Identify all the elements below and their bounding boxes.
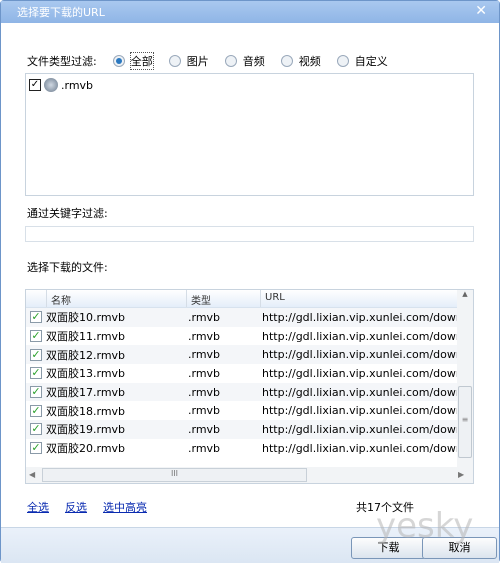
file-type-name: .rmvb — [61, 78, 94, 92]
file-row[interactable]: ✓ 双面胶20.rmvb .rmvb http://gdl.lixian.vip… — [26, 439, 473, 458]
radio-all-label[interactable]: 全部 — [129, 52, 154, 70]
keyword-input[interactable] — [25, 226, 474, 242]
file-type: .rmvb — [188, 329, 221, 343]
file-row[interactable]: ✓ 双面胶13.rmvb .rmvb http://gdl.lixian.vip… — [26, 364, 473, 383]
file-url: http://gdl.lixian.vip.xunlei.com/downl — [262, 404, 462, 418]
file-type: .rmvb — [188, 404, 221, 418]
file-row[interactable]: ✓ 双面胶17.rmvb .rmvb http://gdl.lixian.vip… — [26, 382, 473, 402]
file-list: 名称 类型 URL ✓ 双面胶10.rmvb .rmvb http://gdl.… — [25, 289, 474, 484]
file-list-header: 名称 类型 URL — [26, 290, 473, 308]
radio-all[interactable] — [112, 55, 125, 67]
radio-audio[interactable] — [224, 55, 237, 67]
radio-custom-label[interactable]: 自定义 — [355, 53, 388, 69]
scroll-left-icon[interactable]: ◀ — [29, 470, 35, 479]
horizontal-scroll-thumb[interactable]: III — [42, 468, 307, 482]
file-row[interactable]: ✓ 双面胶10.rmvb .rmvb http://gdl.lixian.vip… — [26, 308, 473, 327]
window-title: 选择要下载的URL — [17, 6, 105, 19]
file-row[interactable]: ✓ 双面胶12.rmvb .rmvb http://gdl.lixian.vip… — [26, 345, 473, 365]
file-checkbox[interactable]: ✓ — [30, 442, 42, 455]
file-checkbox[interactable]: ✓ — [30, 386, 42, 399]
type-filter-label: 文件类型过滤: — [27, 55, 97, 68]
file-name: 双面胶12.rmvb — [46, 348, 126, 362]
file-url: http://gdl.lixian.vip.xunlei.com/downl — [262, 348, 462, 362]
file-checkbox[interactable]: ✓ — [30, 311, 42, 324]
radio-image-label[interactable]: 图片 — [187, 53, 209, 69]
vertical-scrollbar[interactable]: ▲ ≡ — [457, 290, 473, 468]
files-label: 选择下载的文件: — [27, 261, 108, 274]
invert-selection-link[interactable]: 反选 — [65, 499, 87, 515]
download-button[interactable]: 下载 — [351, 537, 426, 559]
type-filter: 文件类型过滤: 全部 图片 音频 视频 自定义 — [27, 52, 388, 70]
rm-file-icon — [44, 78, 58, 92]
file-row[interactable]: ✓ 双面胶19.rmvb .rmvb http://gdl.lixian.vip… — [26, 420, 473, 439]
file-name: 双面胶10.rmvb — [46, 311, 126, 325]
dialog-footer: 下载 取消 — [1, 527, 499, 563]
file-url: http://gdl.lixian.vip.xunlei.com/downl — [262, 366, 462, 380]
file-name: 双面胶19.rmvb — [46, 423, 126, 437]
file-url: http://gdl.lixian.vip.xunlei.com/downl — [262, 310, 462, 324]
scroll-up-icon[interactable]: ▲ — [457, 290, 473, 298]
file-name: 双面胶13.rmvb — [46, 367, 126, 381]
file-type: .rmvb — [188, 441, 221, 455]
keyword-label: 通过关键字过滤: — [27, 207, 108, 220]
selection-links: 全选 反选 选中高亮 — [27, 499, 147, 515]
column-url[interactable]: URL — [260, 290, 460, 307]
radio-custom[interactable] — [336, 55, 349, 67]
file-row[interactable]: ✓ 双面胶11.rmvb .rmvb http://gdl.lixian.vip… — [26, 327, 473, 346]
file-type: .rmvb — [188, 385, 221, 399]
file-url: http://gdl.lixian.vip.xunlei.com/downl — [262, 422, 462, 436]
file-url: http://gdl.lixian.vip.xunlei.com/downl — [262, 329, 462, 343]
file-name: 双面胶17.rmvb — [46, 386, 126, 400]
column-type[interactable]: 类型 — [186, 290, 260, 307]
file-type-item[interactable]: ✓ .rmvb — [26, 74, 473, 96]
download-url-dialog: 选择要下载的URL ✕ 文件类型过滤: 全部 图片 音频 视频 自定义 ✓ .r… — [0, 0, 500, 563]
file-checkbox[interactable]: ✓ — [30, 348, 42, 361]
column-name[interactable]: 名称 — [46, 290, 186, 307]
file-count: 共17个文件 — [356, 501, 414, 514]
scroll-right-icon[interactable]: ▶ — [458, 470, 464, 479]
title-bar: 选择要下载的URL ✕ — [1, 1, 499, 23]
vertical-scroll-thumb[interactable]: ≡ — [458, 386, 472, 458]
file-name: 双面胶20.rmvb — [46, 442, 126, 456]
horizontal-scrollbar[interactable]: ◀ III ▶ — [26, 467, 473, 483]
file-type: .rmvb — [188, 348, 221, 362]
file-name: 双面胶18.rmvb — [46, 404, 126, 418]
file-checkbox[interactable]: ✓ — [30, 404, 42, 417]
file-type-list: ✓ .rmvb — [25, 73, 474, 196]
cancel-button[interactable]: 取消 — [422, 537, 497, 559]
file-type-checkbox[interactable]: ✓ — [29, 79, 41, 91]
file-type: .rmvb — [188, 366, 221, 380]
file-type: .rmvb — [188, 310, 221, 324]
file-checkbox[interactable]: ✓ — [30, 330, 42, 343]
file-checkbox[interactable]: ✓ — [30, 367, 42, 380]
select-all-link[interactable]: 全选 — [27, 499, 49, 515]
file-url: http://gdl.lixian.vip.xunlei.com/downl — [262, 385, 462, 399]
file-name: 双面胶11.rmvb — [46, 330, 126, 344]
file-checkbox[interactable]: ✓ — [30, 423, 42, 436]
highlight-selected-link[interactable]: 选中高亮 — [103, 499, 147, 515]
close-icon[interactable]: ✕ — [475, 3, 487, 19]
file-url: http://gdl.lixian.vip.xunlei.com/downl — [262, 441, 462, 455]
file-row[interactable]: ✓ 双面胶18.rmvb .rmvb http://gdl.lixian.vip… — [26, 401, 473, 420]
radio-video[interactable] — [280, 55, 293, 67]
radio-image[interactable] — [168, 55, 181, 67]
radio-audio-label[interactable]: 音频 — [243, 53, 265, 69]
radio-video-label[interactable]: 视频 — [299, 53, 321, 69]
file-type: .rmvb — [188, 422, 221, 436]
